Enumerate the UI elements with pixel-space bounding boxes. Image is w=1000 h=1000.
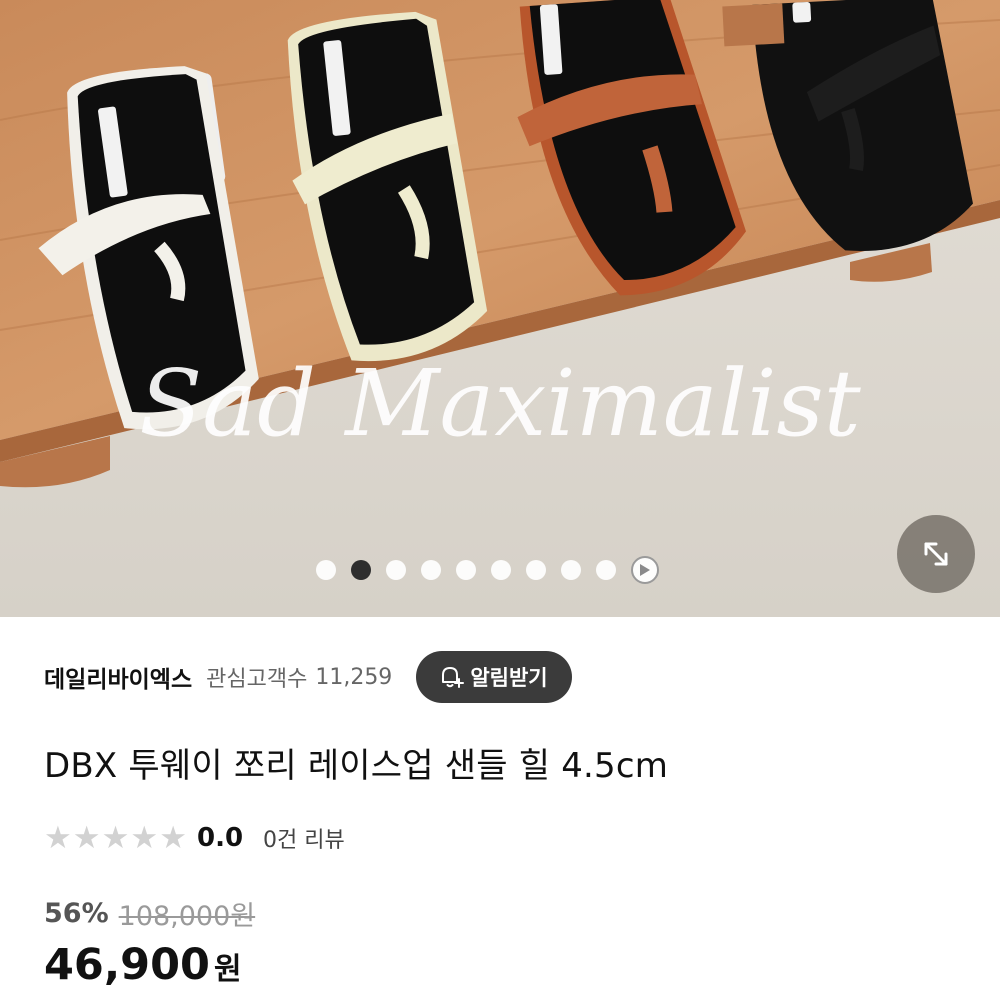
star-icon: ★ <box>44 819 72 856</box>
alert-button-label: 알림받기 <box>470 666 548 690</box>
currency-unit: 원 <box>213 952 242 987</box>
bell-plus-icon <box>442 667 465 688</box>
discount-rate: 56% <box>44 897 109 929</box>
play-video-button[interactable] <box>631 556 659 584</box>
carousel-dot[interactable] <box>316 560 336 580</box>
carousel-dot-active[interactable] <box>351 560 371 580</box>
carousel-indicators <box>316 556 659 584</box>
subscribe-alert-button[interactable]: 알림받기 <box>416 651 572 703</box>
expand-icon <box>924 542 948 566</box>
carousel-dot[interactable] <box>561 560 581 580</box>
rating-stars: ★ ★ ★ ★ ★ <box>44 819 187 856</box>
watermark-text: Sad Maximalist <box>139 350 862 457</box>
discount-row: 56% 108,000원 <box>44 892 255 934</box>
sale-price: 46,900 <box>44 940 210 990</box>
rating-summary[interactable]: ★ ★ ★ ★ ★ 0.0 0건 리뷰 <box>44 818 345 858</box>
watch-count-label: 관심고객수 <box>206 667 308 692</box>
review-count-link[interactable]: 0건 리뷰 <box>263 822 345 854</box>
carousel-dot[interactable] <box>491 560 511 580</box>
carousel-dot[interactable] <box>596 560 616 580</box>
watch-count: 11,259 <box>315 664 393 690</box>
seller-info: 데일리바이엑스 관심고객수 11,259 알림받기 <box>44 650 944 704</box>
star-icon: ★ <box>101 819 130 856</box>
carousel-dot[interactable] <box>421 560 441 580</box>
star-icon: ★ <box>130 819 159 856</box>
product-photo: Sad Maximalist <box>0 0 1000 617</box>
star-icon: ★ <box>159 819 187 856</box>
expand-image-button[interactable] <box>897 515 975 593</box>
carousel-dot[interactable] <box>526 560 546 580</box>
product-image-carousel[interactable]: Sad Maximalist <box>0 0 1000 617</box>
rating-value: 0.0 <box>196 823 244 853</box>
product-title: DBX 투웨이 쪼리 레이스업 샌들 힐 4.5cm <box>44 746 669 786</box>
carousel-dot[interactable] <box>456 560 476 580</box>
star-icon: ★ <box>72 819 101 856</box>
sale-price-row: 46,900 원 <box>44 940 242 990</box>
seller-name[interactable]: 데일리바이엑스 <box>44 660 192 694</box>
original-price: 108,000원 <box>118 900 256 932</box>
carousel-dot[interactable] <box>386 560 406 580</box>
play-icon <box>640 564 650 576</box>
